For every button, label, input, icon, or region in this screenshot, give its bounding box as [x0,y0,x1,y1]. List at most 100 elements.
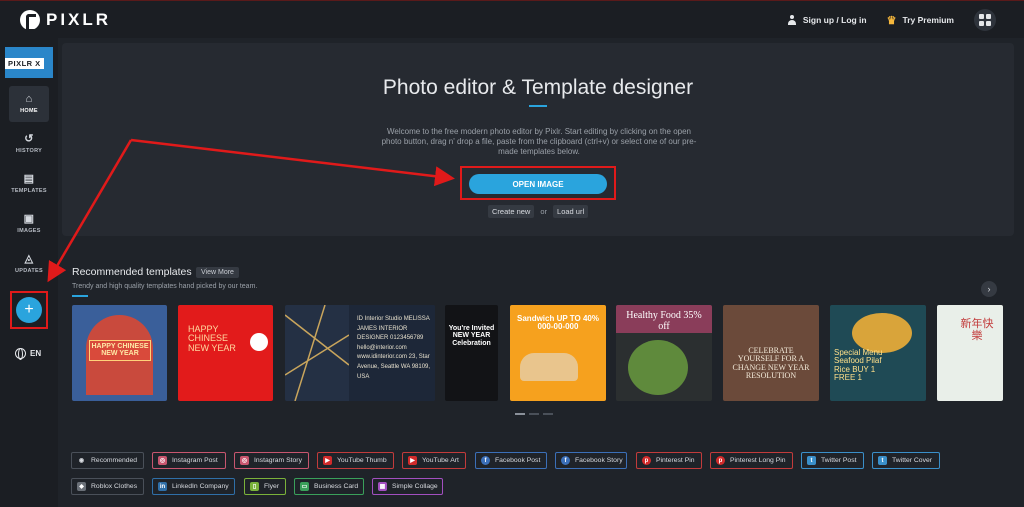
view-more-button[interactable]: View More [196,267,239,278]
tag-label: Flyer [264,483,280,490]
tag-label: Facebook Story [575,457,623,464]
template-card-business-card[interactable]: ID Interior Studio MELISSA JAMES INTERIO… [285,305,435,401]
page-title: Photo editor & Template designer [382,76,694,99]
tag-facebook-post[interactable]: f Facebook Post [475,452,547,469]
template-card-new-year-invite[interactable]: You're Invited NEW YEAR Celebration [445,305,498,401]
tag-instagram-story[interactable]: ◎ Instagram Story [234,452,309,469]
open-image-highlight: OPEN IMAGE [460,166,616,200]
top-bar: PIXLR Sign up / Log in ♛ Try Premium [0,0,1024,38]
tag-label: Recommended [91,457,138,464]
tag-label: Twitter Cover [892,457,933,464]
tag-youtube-thumb[interactable]: ▶ YouTube Thumb [317,452,394,469]
tag-recommended[interactable]: ◉ Recommended [71,452,144,469]
pinterest-icon: p [716,456,725,465]
sidebar-item-templates[interactable]: ▤ TEMPLATES [9,166,49,202]
tag-label: LinkedIn Company [172,483,229,490]
add-button-highlight: + [10,291,48,329]
tag-roblox-clothes[interactable]: ◆ Roblox Clothes [71,478,144,495]
templates-icon: ▤ [23,173,35,185]
template-card-sandwich[interactable]: Sandwich UP TO 40% 000-00-000 [510,305,606,401]
tag-label: Instagram Story [254,457,302,464]
tag-label: Pinterest Pin [656,457,695,464]
tag-label: Simple Collage [392,483,438,490]
pager-dot[interactable] [543,413,553,415]
flyer-icon: ▯ [250,482,259,491]
add-button[interactable]: + [16,297,42,323]
recommended-title: Recommended templates [72,266,192,278]
sidebar-item-label: HOME [20,108,38,114]
try-premium-label: Try Premium [902,15,955,25]
tag-youtube-art[interactable]: ▶ YouTube Art [402,452,466,469]
tag-twitter-cover[interactable]: t Twitter Cover [872,452,940,469]
pixlr-logo[interactable]: PIXLR [20,9,111,32]
facebook-icon: f [561,456,570,465]
images-icon: ▣ [23,213,35,225]
tag-label: Business Card [314,483,359,490]
tag-flyer[interactable]: ▯ Flyer [244,478,286,495]
sidebar-item-history[interactable]: ↺ HISTORY [9,126,49,162]
tag-simple-collage[interactable]: ▦ Simple Collage [372,478,443,495]
hero-description: Welcome to the free modern photo editor … [381,127,697,156]
tag-pinterest-long-pin[interactable]: p Pinterest Long Pin [710,452,793,469]
or-text: or [540,207,548,216]
youtube-icon: ▶ [323,456,332,465]
home-icon: ⌂ [25,93,33,105]
chevron-right-icon[interactable]: › [981,281,997,297]
template-card-xinnian[interactable]: 新年快樂 [937,305,1003,401]
tag-facebook-story[interactable]: f Facebook Story [555,452,627,469]
business-card-icon: ▭ [300,482,309,491]
signup-login-link[interactable]: Sign up / Log in [787,15,867,25]
language-selector[interactable]: EN [15,348,41,360]
recommended-underline [72,295,88,297]
template-text: HAPPY CHINESE NEW YEAR [188,324,236,353]
sidebar-item-home[interactable]: ⌂ HOME [9,86,49,122]
tag-pinterest-pin[interactable]: p Pinterest Pin [636,452,702,469]
pager-dot[interactable] [529,413,539,415]
tag-label: Facebook Post [495,457,541,464]
template-text: 新年快樂 [960,318,994,342]
tag-label: YouTube Thumb [337,457,387,464]
pixlr-x-badge[interactable]: PIXLR X [5,47,53,78]
recommended-subtitle: Trendy and high quality templates hand p… [72,283,258,290]
tag-label: Twitter Post [821,457,857,464]
crown-icon: ♛ [886,14,897,27]
signup-login-label: Sign up / Log in [802,15,867,25]
template-text: Healthy Food 35% off [626,310,702,332]
try-premium-link[interactable]: ♛ Try Premium [887,14,954,27]
instagram-icon: ◎ [158,456,167,465]
twitter-icon: t [878,456,887,465]
template-card-healthy-food[interactable]: Healthy Food 35% off [616,305,712,401]
template-card-seafood[interactable]: Special Menu Seafood Pilaf Rice BUY 1 FR… [830,305,926,401]
tag-business-card[interactable]: ▭ Business Card [294,478,364,495]
sidebar-item-updates[interactable]: ◬ UPDATES [9,246,49,282]
tag-label: Pinterest Long Pin [730,457,786,464]
sandwich-image [520,353,578,381]
user-icon [787,15,797,25]
sidebar: PIXLR X ⌂ HOME ↺ HISTORY ▤ TEMPLATES ▣ I… [0,38,58,507]
carousel-pager [515,413,553,415]
sidebar-item-label: TEMPLATES [11,188,47,194]
apps-grid-icon [979,14,984,19]
sidebar-item-label: IMAGES [17,228,41,234]
linkedin-icon: in [158,482,167,491]
open-image-button[interactable]: OPEN IMAGE [469,174,607,194]
gold-lines-graphic [285,305,349,401]
tag-twitter-post[interactable]: t Twitter Post [801,452,864,469]
tag-label: Roblox Clothes [91,483,138,490]
sidebar-item-images[interactable]: ▣ IMAGES [9,206,49,242]
create-new-button[interactable]: Create new [488,205,535,218]
tag-linkedin-company[interactable]: in LinkedIn Company [152,478,235,495]
pager-dot[interactable] [515,413,525,415]
template-text: You're Invited NEW YEAR Celebration [448,325,495,347]
template-card-chinese-new-year-1[interactable]: HAPPY CHINESE NEW YEAR [72,305,167,401]
template-card-celebrate[interactable]: CELEBRATE YOURSELF FOR A CHANGE NEW YEAR… [723,305,819,401]
template-card-chinese-new-year-2[interactable]: HAPPY CHINESE NEW YEAR [178,305,273,401]
eye-icon: ◉ [78,458,85,464]
load-url-button[interactable]: Load url [553,205,589,218]
tag-instagram-post[interactable]: ◎ Instagram Post [152,452,226,469]
apps-menu-button[interactable] [974,9,996,31]
youtube-icon: ▶ [408,456,417,465]
template-text: ID Interior Studio MELISSA JAMES INTERIO… [357,316,431,380]
instagram-icon: ◎ [240,456,249,465]
facebook-icon: f [481,456,490,465]
